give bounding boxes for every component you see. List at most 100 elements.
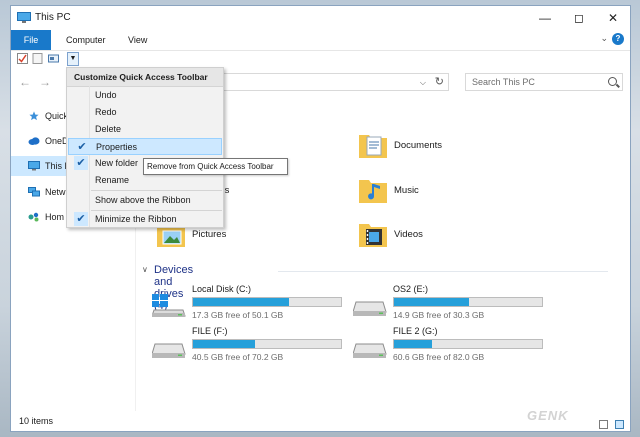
tab-file[interactable]: File — [11, 30, 51, 50]
check-icon — [74, 88, 88, 102]
check-icon: ✔ — [74, 156, 88, 170]
folder-documents[interactable]: Documents — [358, 129, 508, 165]
drive-usage-fill — [193, 340, 256, 348]
menu-item-label: Show above the Ribbon — [95, 195, 191, 205]
window-title: This PC — [35, 12, 71, 23]
rename-icon[interactable] — [48, 53, 59, 64]
drive-usage-bar — [192, 297, 342, 307]
star-icon — [29, 111, 39, 121]
hard-drive-icon — [152, 343, 186, 358]
documents-folder-icon — [359, 135, 387, 158]
cloud-icon — [28, 137, 40, 145]
properties-icon[interactable] — [17, 53, 28, 64]
item-count: 10 items — [19, 416, 54, 426]
monitor-icon — [28, 161, 40, 171]
menu-item-label: Delete — [95, 124, 122, 134]
menu-item-label: Minimize the Ribbon — [95, 214, 177, 224]
tiles-view-icon[interactable] — [615, 420, 624, 429]
address-input[interactable]: ⌵ ↻ — [217, 73, 449, 91]
menu-item-label: Rename — [95, 175, 130, 185]
drive-free-space: 17.3 GB free of 50.1 GB — [192, 310, 284, 320]
check-icon — [74, 122, 88, 136]
folder-videos[interactable]: Videos — [358, 218, 508, 254]
tab-computer[interactable]: Computer — [66, 30, 106, 50]
drive-f[interactable]: FILE (F:) 40.5 GB free of 70.2 GB — [152, 326, 348, 366]
tab-view[interactable]: View — [128, 30, 147, 50]
drive-usage-fill — [394, 298, 470, 306]
menu-item-label: Redo — [95, 107, 117, 117]
this-pc-icon — [17, 12, 31, 23]
sidebar-item-label: OneD — [45, 136, 69, 146]
menu-item-properties[interactable]: ✔ Properties — [68, 138, 222, 155]
drive-usage-bar — [393, 339, 543, 349]
ribbon-tabs: File Computer View ⌄ ? — [11, 30, 630, 51]
menu-item-label: New folder — [95, 158, 139, 168]
folder-name: Documents — [394, 140, 443, 151]
drive-free-space: 60.6 GB free of 82.0 GB — [393, 352, 485, 362]
sidebar-item-label: Quick — [45, 111, 69, 121]
chevron-down-icon[interactable]: ∨ — [142, 265, 148, 274]
folder-name: Videos — [394, 229, 423, 240]
search-input[interactable]: Search This PC — [465, 73, 623, 91]
music-folder-icon — [359, 180, 387, 203]
new-folder-icon[interactable] — [32, 53, 43, 64]
menu-item-undo[interactable]: Undo — [68, 87, 222, 104]
view-switcher — [595, 416, 624, 431]
drive-usage-bar — [192, 339, 342, 349]
search-icon[interactable] — [608, 77, 617, 86]
help-icon[interactable]: ? — [612, 33, 624, 45]
group-divider — [278, 271, 608, 272]
hard-drive-icon — [353, 343, 387, 358]
folder-music[interactable]: Music — [358, 174, 508, 210]
network-icon — [28, 187, 40, 197]
drive-free-space: 14.9 GB free of 30.3 GB — [393, 310, 485, 320]
forward-arrow-icon[interactable]: → — [39, 75, 51, 89]
drive-free-space: 40.5 GB free of 70.2 GB — [192, 352, 284, 362]
drive-name: Local Disk (C:) — [192, 284, 252, 294]
menu-separator — [91, 190, 222, 191]
drive-name: FILE 2 (G:) — [393, 326, 438, 336]
search-placeholder: Search This PC — [472, 77, 535, 87]
videos-folder-icon — [359, 224, 387, 247]
menu-item-minimize-ribbon[interactable]: ✔ Minimize the Ribbon — [68, 211, 222, 228]
check-icon — [74, 105, 88, 119]
drive-g[interactable]: FILE 2 (G:) 60.6 GB free of 82.0 GB — [353, 326, 549, 366]
refresh-icon[interactable]: ↻ — [435, 75, 444, 88]
menu-header: Customize Quick Access Toolbar — [67, 68, 223, 87]
menu-item-label: Undo — [95, 90, 117, 100]
check-icon: ✔ — [74, 212, 88, 226]
hard-drive-icon — [353, 301, 387, 316]
close-button[interactable]: ✕ — [596, 6, 630, 30]
menu-item-label: Properties — [96, 142, 138, 152]
back-arrow-icon[interactable]: ← — [19, 75, 31, 89]
menu-item-show-above-ribbon[interactable]: Show above the Ribbon — [68, 192, 222, 209]
drive-e[interactable]: OS2 (E:) 14.9 GB free of 30.3 GB — [353, 284, 549, 324]
address-dropdown-icon[interactable]: ⌵ — [420, 78, 426, 88]
check-icon: ✔ — [75, 140, 89, 154]
drive-usage-fill — [193, 298, 290, 306]
sidebar-item-label: Hom — [45, 212, 65, 222]
customize-qat-dropdown[interactable]: ▼ — [67, 52, 79, 66]
drive-usage-fill — [394, 340, 433, 348]
tooltip: Remove from Quick Access Toolbar — [143, 158, 288, 175]
menu-item-delete[interactable]: Delete — [68, 121, 222, 138]
title-bar: This PC — ◻ ✕ — [11, 6, 630, 30]
customize-qat-menu: Customize Quick Access Toolbar Undo Redo… — [66, 67, 224, 228]
check-icon — [74, 193, 88, 207]
drive-name: FILE (F:) — [192, 326, 228, 336]
drive-name: OS2 (E:) — [393, 284, 429, 294]
homegroup-icon — [28, 212, 39, 222]
sidebar-item-label: Netw — [45, 187, 66, 197]
quick-access-toolbar: ▼ — [11, 50, 630, 68]
drive-c[interactable]: Local Disk (C:) 17.3 GB free of 50.1 GB — [152, 284, 348, 324]
expand-ribbon-icon[interactable]: ⌄ — [600, 33, 608, 44]
check-icon — [74, 173, 88, 187]
minimize-button[interactable]: — — [528, 6, 562, 30]
details-view-icon[interactable] — [599, 420, 609, 429]
watermark-logo: GENK — [527, 408, 569, 423]
menu-item-redo[interactable]: Redo — [68, 104, 222, 121]
maximize-button[interactable]: ◻ — [562, 6, 596, 30]
folder-name: Pictures — [192, 229, 227, 240]
drive-usage-bar — [393, 297, 543, 307]
folder-name: Music — [394, 185, 419, 196]
